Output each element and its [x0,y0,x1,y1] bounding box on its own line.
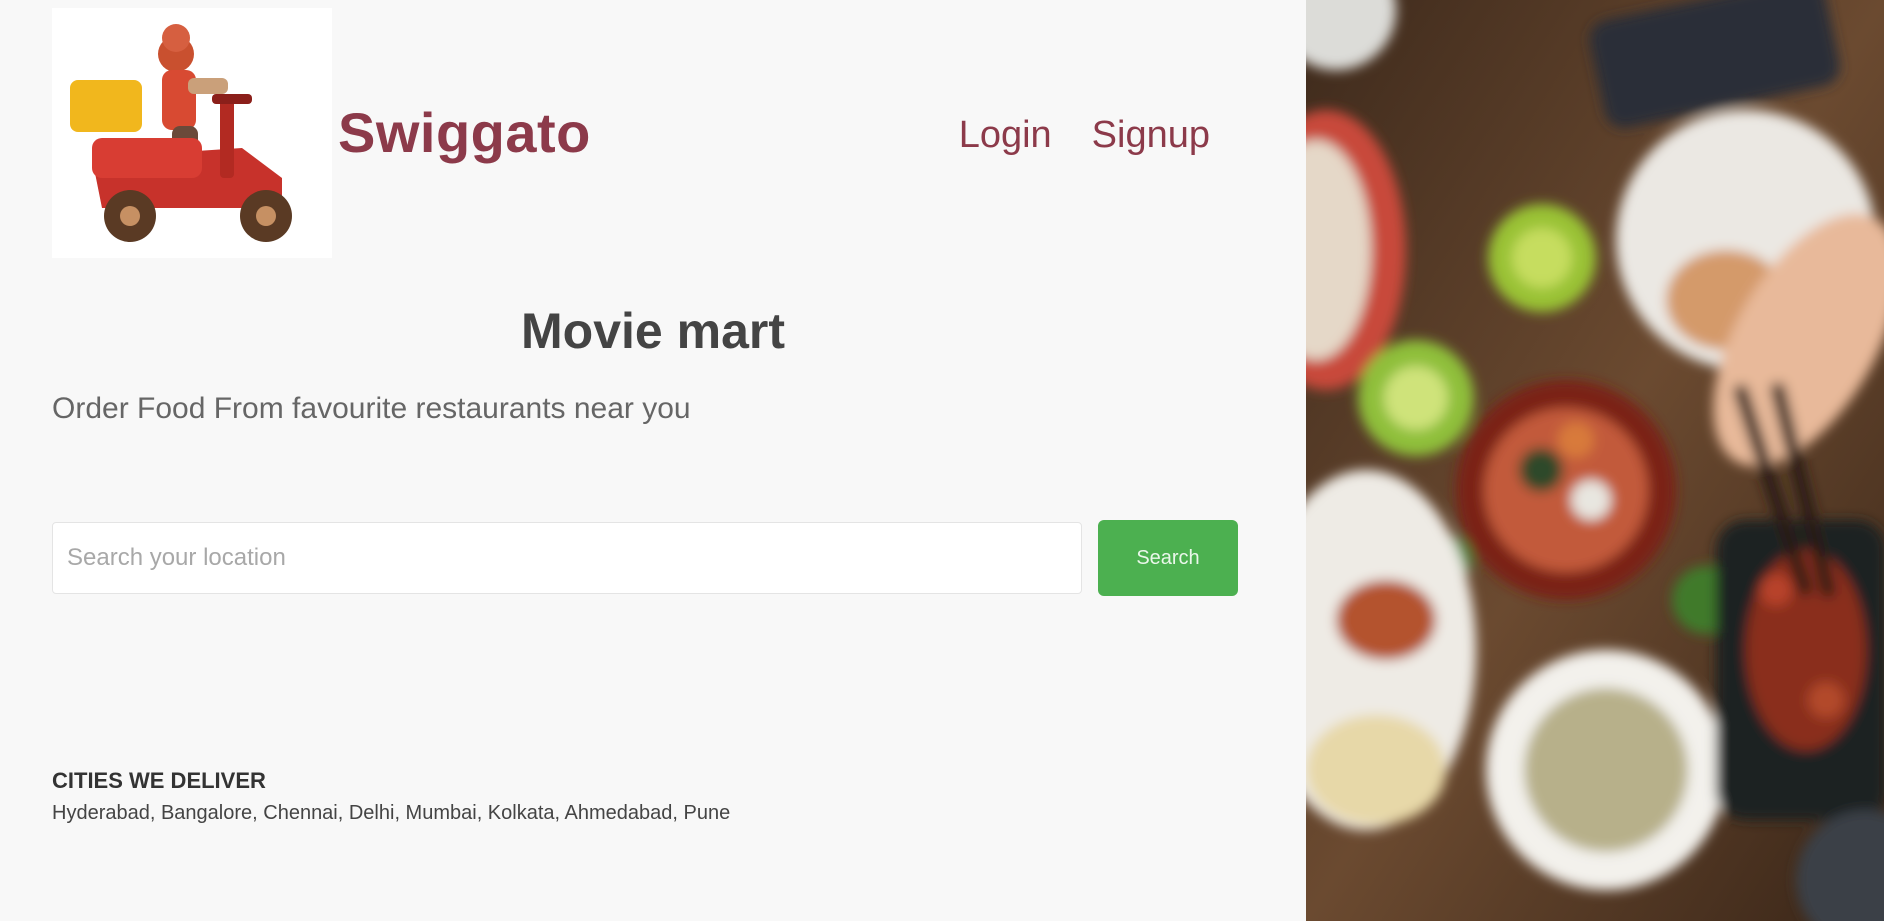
left-panel: Swiggato Login Signup Movie mart Order F… [0,0,1306,921]
hero-subtitle: Order Food From favourite restaurants ne… [52,392,691,425]
login-link[interactable]: Login [959,114,1052,157]
footer-title: CITIES WE DELIVER [52,768,266,793]
landing-page: Swiggato Login Signup Movie mart Order F… [0,0,1884,921]
delivery-scooter-logo[interactable] [52,8,332,258]
scooter-icon [70,24,292,242]
brand-name[interactable]: Swiggato [338,100,591,165]
search-button[interactable]: Search [1098,520,1238,596]
search-bar: Search [52,520,1238,596]
top-nav: Login Signup [959,114,1210,157]
location-search-input[interactable] [52,522,1082,594]
signup-link[interactable]: Signup [1092,114,1210,157]
footer-cities-text: Hyderabad, Bangalore, Chennai, Delhi, Mu… [52,802,731,824]
hero-title: Movie mart [521,303,785,359]
food-table-image [1306,0,1884,921]
footer: CITIES WE DELIVER Hyderabad, Bangalore, … [52,768,730,825]
food-photo-illustration [1306,0,1884,921]
